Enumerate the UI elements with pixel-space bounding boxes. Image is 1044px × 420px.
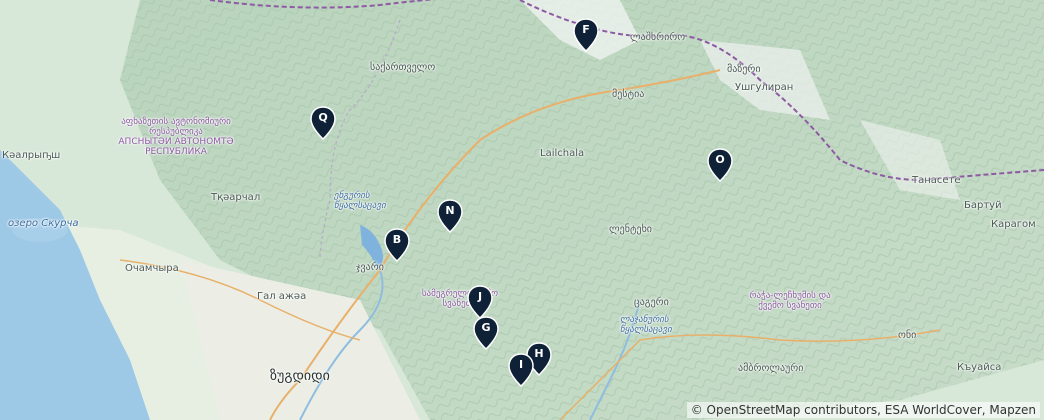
place-label-ushguli: Ушгулиран (735, 82, 794, 93)
place-label-bartui: Бартуй (964, 200, 1002, 211)
place-label-mestia: მესტია (612, 89, 645, 100)
map-attribution[interactable]: © OpenStreetMap contributors, ESA WorldC… (686, 402, 1040, 418)
map-marker-i[interactable]: I (508, 353, 534, 387)
marker-letter: G (481, 321, 491, 334)
map-canvas[interactable]: აფხაზეთის ავტონომიური რესპუბლიკა АПСНЫТӘ… (0, 0, 1044, 420)
map-marker-g[interactable]: G (473, 316, 499, 350)
map-marker-j[interactable]: J (467, 285, 493, 319)
place-label-kelasuri: Кәалрыҧш (2, 150, 61, 161)
place-label-tanasete: Танасете (912, 175, 961, 186)
place-label-karaugom: Карагом (991, 219, 1036, 230)
place-label-kvaisa: Къуайса (957, 362, 1002, 373)
marker-letter: B (392, 233, 402, 246)
reservoir-label-lajanuri: ლაჯანურის წყალსაცავი (620, 315, 672, 335)
place-label-ochamchire: Очамчыра (125, 263, 179, 274)
marker-letter: I (518, 358, 524, 371)
place-label-lailchala: Lailchala (540, 148, 585, 159)
map-marker-o[interactable]: O (707, 148, 733, 182)
place-label-oni: ონი (898, 330, 917, 341)
marker-letter: F (582, 23, 590, 36)
place-label-lashtkhveri: ლაშხრირო (630, 32, 686, 43)
place-label-tsageri: ცაგერი (634, 297, 669, 308)
place-label-ambrolauri: ამბროლაური (738, 363, 804, 374)
reservoir-label-enguri: ენგურის წყალსაცავი (334, 191, 386, 211)
marker-letter: O (715, 153, 725, 166)
map-marker-n[interactable]: N (437, 199, 463, 233)
map-marker-f[interactable]: F (573, 18, 599, 52)
region-label-abkhazia: აფხაზეთის ავტონომიური რესპუბლიკა АПСНЫТӘ… (118, 117, 234, 157)
region-label-racha: რაჭა-ლეჩხუმის და ქვემო სვანეთი (749, 291, 831, 311)
lake-label-skurcha: озеро Скурча (8, 218, 79, 229)
map-marker-b[interactable]: B (384, 228, 410, 262)
place-label-tkvarcheli: Тқәарчал (211, 192, 261, 203)
map-marker-q[interactable]: Q (310, 106, 336, 140)
place-label-lentekhi: ლენტეხი (609, 224, 652, 235)
marker-letter: N (445, 204, 455, 217)
place-label-zugdidi: ზუგდიდი (270, 368, 330, 384)
place-label-north: საქართველო (370, 62, 436, 73)
place-label-mazeri: მაზერი (727, 64, 761, 75)
place-label-jvari: ჯვარი (356, 262, 384, 273)
place-label-gali: Гал ажәа (257, 291, 307, 302)
marker-letter: J (477, 290, 483, 303)
marker-letter: Q (318, 111, 328, 124)
